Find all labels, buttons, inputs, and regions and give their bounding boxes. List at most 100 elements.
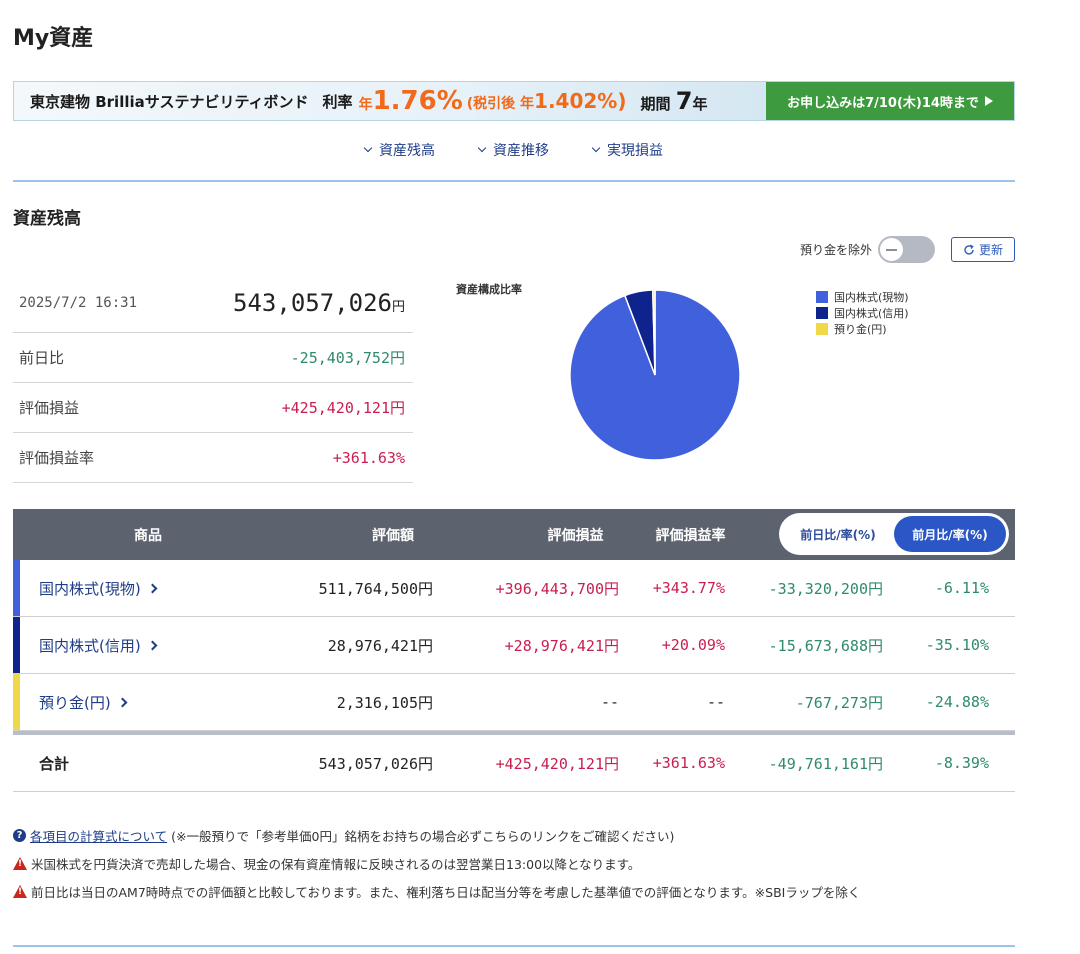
product-link[interactable]: 預り金(円) — [39, 674, 128, 730]
cell-pl: +28,976,421円 — [504, 636, 619, 655]
refresh-label: 更新 — [978, 243, 1003, 257]
refresh-button[interactable]: 更新 — [951, 237, 1015, 262]
cell-change-rate: -24.88% — [925, 693, 989, 711]
nav-item-realized[interactable]: 実現損益 — [591, 140, 663, 160]
change-period-toggle: 前日比/率(%) 前月比/率(%) — [779, 513, 1009, 555]
category-color-bar — [13, 617, 20, 673]
banner-content: 東京建物 Brilliaサステナビリティボンド 利率 年1.76% (税引後 年… — [14, 82, 766, 120]
legend-swatch — [816, 323, 828, 335]
banner-cta[interactable]: お申し込みは7/10(木)14時まで — [766, 82, 1014, 120]
legend-label: 国内株式(信用) — [834, 307, 909, 320]
header-product: 商品 — [134, 527, 162, 544]
promo-banner[interactable]: 東京建物 Brilliaサステナビリティボンド 利率 年1.76% (税引後 年… — [13, 81, 1015, 121]
banner-period: 期間 7年 — [640, 87, 708, 115]
cell-pl-rate: +361.63% — [652, 754, 725, 772]
table-total-row: 合計 543,057,026円 +425,420,121円 +361.63% -… — [13, 735, 1015, 792]
warning-icon — [13, 884, 27, 898]
cell-valuation: 511,764,500円 — [318, 579, 433, 598]
table-row: 国内株式(現物) 511,764,500円 +396,443,700円 +343.77… — [13, 560, 1015, 617]
product-link[interactable]: 国内株式(信用) — [39, 617, 158, 673]
legend-swatch — [816, 291, 828, 303]
header-pl-rate: 評価損益率 — [655, 527, 726, 544]
nav-item-balance[interactable]: 資産残高 — [363, 140, 435, 160]
header-pl: 評価損益 — [547, 527, 604, 544]
table-row: 国内株式(信用) 28,976,421円 +28,976,421円 +20.09% -1… — [13, 617, 1015, 674]
legend-label: 国内株式(現物) — [834, 291, 909, 304]
category-color-bar — [13, 674, 20, 730]
cell-change-rate: -8.39% — [934, 754, 989, 772]
summary-value: +361.63% — [332, 448, 405, 467]
toggle-knob — [880, 238, 903, 261]
cell-valuation: 28,976,421円 — [327, 636, 433, 655]
chart-legend: 国内株式(現物) 国内株式(信用) 預り金(円) — [816, 289, 909, 337]
summary-total-row: 2025/7/2 16:31 543,057,026円 — [13, 274, 413, 333]
chevron-right-icon — [117, 697, 128, 707]
cell-pl: -- — [600, 693, 619, 711]
summary-row: 評価損益率 +361.63% — [13, 433, 413, 483]
notes: ? 各項目の計算式について (※一般預りで「参考単価0円」銘柄をお持ちの場合必ず… — [13, 821, 860, 905]
legend-item: 預り金(円) — [816, 321, 909, 337]
chevron-right-icon — [147, 640, 158, 650]
section-title: 資産残高 — [13, 209, 81, 229]
summary-datetime: 2025/7/2 16:31 — [19, 295, 138, 311]
banner-rate: 年1.76% — [358, 86, 463, 116]
cell-change-rate: -6.11% — [934, 579, 989, 597]
legend-item: 国内株式(現物) — [816, 289, 909, 305]
note-calc: ? 各項目の計算式について (※一般預りで「参考単価0円」銘柄をお持ちの場合必ず… — [13, 821, 860, 849]
nav-item-label: 資産推移 — [493, 143, 549, 159]
category-color-bar — [13, 560, 20, 616]
section-nav: 資産残高 資産推移 実現損益 — [13, 140, 1015, 160]
nav-item-label: 資産残高 — [379, 143, 435, 159]
note-text: 前日比は当日のAM7時時点での評価額と比較しております。また、権利落ち日は配当分… — [31, 884, 861, 900]
chart-title: 資産構成比率 — [456, 283, 522, 296]
chevron-down-icon — [477, 143, 487, 153]
cell-pl-rate: +20.09% — [661, 636, 725, 654]
refresh-icon — [964, 244, 974, 255]
product-link[interactable]: 国内株式(現物) — [39, 560, 158, 616]
divider — [13, 945, 1015, 947]
summary-label: 評価損益 — [19, 399, 80, 417]
cell-pl: +425,420,121円 — [495, 754, 619, 773]
summary-label: 前日比 — [19, 349, 65, 367]
note-warning: 米国株式を円貨決済で売却した場合、現金の保有資産情報に反映されるのは翌営業日13… — [13, 849, 860, 877]
summary-row: 前日比 -25,403,752円 — [13, 333, 413, 383]
note-text: (※一般預りで「参考単価0円」銘柄をお持ちの場合必ずこちらのリンクをご確認くださ… — [171, 828, 675, 844]
banner-rate-label: 利率 — [322, 92, 353, 111]
cell-valuation: 543,057,026円 — [318, 754, 433, 773]
cell-change: -767,273円 — [795, 693, 883, 712]
play-icon — [984, 96, 993, 106]
nav-item-label: 実現損益 — [607, 143, 663, 159]
cell-valuation: 2,316,105円 — [336, 693, 433, 712]
summary-total: 543,057,026円 — [233, 289, 405, 317]
nav-item-history[interactable]: 資産推移 — [477, 140, 549, 160]
allocation-pie-chart — [569, 289, 741, 461]
summary-value: -25,403,752円 — [290, 349, 405, 367]
exclude-cash-toggle[interactable] — [878, 236, 935, 263]
note-text: 米国株式を円貨決済で売却した場合、現金の保有資産情報に反映されるのは翌営業日13… — [31, 856, 641, 872]
cell-pl-rate: +343.77% — [652, 579, 725, 597]
legend-label: 預り金(円) — [834, 323, 887, 336]
cell-pl: +396,443,700円 — [495, 579, 619, 598]
chevron-right-icon — [147, 583, 158, 593]
cell-change: -33,320,200円 — [768, 579, 883, 598]
cell-change-rate: -35.10% — [925, 636, 989, 654]
calc-formula-link[interactable]: 各項目の計算式について — [30, 826, 167, 845]
banner-cta-label: お申し込みは7/10(木)14時まで — [787, 95, 979, 111]
table-row: 預り金(円) 2,316,105円 -- -- -767,273円 -24.88% — [13, 674, 1015, 731]
day-change-button[interactable]: 前日比/率(%) — [782, 516, 894, 552]
note-warning: 前日比は当日のAM7時時点での評価額と比較しております。また、権利落ち日は配当分… — [13, 877, 860, 905]
warning-icon — [13, 856, 27, 870]
header-valuation: 評価額 — [372, 527, 414, 544]
question-icon: ? — [13, 828, 26, 842]
month-change-button[interactable]: 前月比/率(%) — [894, 516, 1006, 552]
legend-item: 国内株式(信用) — [816, 305, 909, 321]
exclude-cash-label: 預り金を除外 — [800, 243, 873, 257]
holdings-table: 商品 評価額 評価損益 評価損益率 前日比/率(%) 前月比/率(%) 国内株式… — [13, 509, 1015, 792]
cell-change: -15,673,688円 — [768, 636, 883, 655]
banner-aftertax: (税引後 年1.402%) — [466, 89, 627, 113]
cell-pl-rate: -- — [706, 693, 725, 711]
summary-row: 評価損益 +425,420,121円 — [13, 383, 413, 433]
page-title: My資産 — [13, 26, 94, 51]
asset-summary: 2025/7/2 16:31 543,057,026円 前日比 -25,403,… — [13, 274, 413, 483]
chevron-down-icon — [363, 143, 373, 153]
